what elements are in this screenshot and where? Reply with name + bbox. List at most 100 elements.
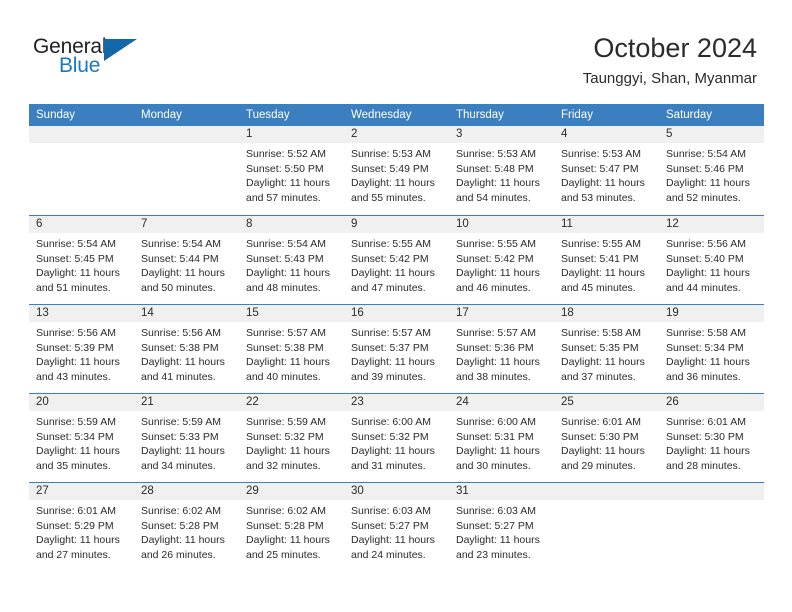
daylight-duration-line1: Daylight: 11 hours: [561, 445, 645, 458]
sunset-time: Sunset: 5:41 PM: [561, 252, 639, 265]
calendar-day-cell[interactable]: 25 Sunrise: 6:01 AM Sunset: 5:30 PM Dayligh…: [554, 394, 659, 482]
sunset-time: Sunset: 5:28 PM: [141, 519, 219, 532]
calendar-day-cell[interactable]: 7 Sunrise: 5:54 AM Sunset: 5:44 PM Daylight…: [134, 216, 239, 304]
calendar-day-cell[interactable]: 31 Sunrise: 6:03 AM Sunset: 5:27 PM Dayligh…: [449, 483, 554, 571]
calendar-day-cell[interactable]: 29 Sunrise: 6:02 AM Sunset: 5:28 PM Dayligh…: [239, 483, 344, 571]
daylight-duration-line1: Daylight: 11 hours: [141, 267, 225, 280]
day-number: 4: [554, 126, 659, 143]
calendar-day-cell[interactable]: 22 Sunrise: 5:59 AM Sunset: 5:32 PM Dayligh…: [239, 394, 344, 482]
calendar-day-cell[interactable]: 17 Sunrise: 5:57 AM Sunset: 5:36 PM Dayligh…: [449, 305, 554, 393]
daylight-duration-line2: and 39 minutes.: [351, 370, 426, 383]
daylight-duration-line2: and 32 minutes.: [246, 459, 321, 472]
daylight-duration-line1: Daylight: 11 hours: [246, 534, 330, 547]
calendar-day-cell[interactable]: 1 Sunrise: 5:52 AM Sunset: 5:50 PM Daylight…: [239, 126, 344, 215]
calendar-week-row: 27 Sunrise: 6:01 AM Sunset: 5:29 PM Dayligh…: [29, 482, 764, 571]
calendar-day-cell[interactable]: 3 Sunrise: 5:53 AM Sunset: 5:48 PM Daylight…: [449, 126, 554, 215]
calendar-day-cell[interactable]: 13 Sunrise: 5:56 AM Sunset: 5:39 PM Dayligh…: [29, 305, 134, 393]
day-details: Sunrise: 5:57 AM Sunset: 5:37 PM Daylight:…: [344, 322, 449, 384]
weekday-header-row: Sunday Monday Tuesday Wednesday Thursday…: [29, 104, 764, 126]
calendar-day-cell-empty: [659, 483, 764, 571]
day-number: 10: [449, 216, 554, 233]
calendar-day-cell[interactable]: 19 Sunrise: 5:58 AM Sunset: 5:34 PM Dayligh…: [659, 305, 764, 393]
calendar-day-cell-empty: [554, 483, 659, 571]
calendar-week-row: 13 Sunrise: 5:56 AM Sunset: 5:39 PM Dayligh…: [29, 304, 764, 393]
day-number: 28: [134, 483, 239, 500]
day-number: 1: [239, 126, 344, 143]
day-number: 17: [449, 305, 554, 322]
calendar-day-cell[interactable]: 26 Sunrise: 6:01 AM Sunset: 5:30 PM Dayligh…: [659, 394, 764, 482]
daylight-duration-line1: Daylight: 11 hours: [456, 177, 540, 190]
daylight-duration-line1: Daylight: 11 hours: [561, 356, 645, 369]
daylight-duration-line1: Daylight: 11 hours: [351, 356, 435, 369]
calendar-week-row: 20 Sunrise: 5:59 AM Sunset: 5:34 PM Dayligh…: [29, 393, 764, 482]
calendar-day-cell[interactable]: 9 Sunrise: 5:55 AM Sunset: 5:42 PM Daylight…: [344, 216, 449, 304]
sunrise-time: Sunrise: 6:00 AM: [351, 416, 431, 428]
sunrise-time: Sunrise: 5:55 AM: [456, 238, 536, 250]
calendar-day-cell[interactable]: 18 Sunrise: 5:58 AM Sunset: 5:35 PM Dayligh…: [554, 305, 659, 393]
calendar-day-cell[interactable]: 21 Sunrise: 5:59 AM Sunset: 5:33 PM Dayligh…: [134, 394, 239, 482]
daylight-duration-line1: Daylight: 11 hours: [351, 534, 435, 547]
daylight-duration-line1: Daylight: 11 hours: [141, 445, 225, 458]
general-blue-logo[interactable]: General Blue: [33, 36, 243, 88]
sunset-time: Sunset: 5:48 PM: [456, 162, 534, 175]
calendar-day-cell[interactable]: 28 Sunrise: 6:02 AM Sunset: 5:28 PM Dayligh…: [134, 483, 239, 571]
day-number: 22: [239, 394, 344, 411]
daylight-duration-line2: and 36 minutes.: [666, 370, 741, 383]
day-details: Sunrise: 5:57 AM Sunset: 5:36 PM Daylight:…: [449, 322, 554, 384]
sunset-time: Sunset: 5:32 PM: [351, 430, 429, 443]
calendar-day-cell[interactable]: 10 Sunrise: 5:55 AM Sunset: 5:42 PM Dayligh…: [449, 216, 554, 304]
day-details: Sunrise: 5:52 AM Sunset: 5:50 PM Daylight:…: [239, 143, 344, 205]
calendar-day-cell[interactable]: 14 Sunrise: 5:56 AM Sunset: 5:38 PM Dayligh…: [134, 305, 239, 393]
daylight-duration-line1: Daylight: 11 hours: [36, 267, 120, 280]
calendar-week-row: 1 Sunrise: 5:52 AM Sunset: 5:50 PM Daylight…: [29, 126, 764, 215]
sunrise-time: Sunrise: 5:54 AM: [246, 238, 326, 250]
calendar-day-cell[interactable]: 24 Sunrise: 6:00 AM Sunset: 5:31 PM Dayligh…: [449, 394, 554, 482]
day-details: Sunrise: 6:02 AM Sunset: 5:28 PM Daylight:…: [239, 500, 344, 562]
calendar-day-cell[interactable]: 2 Sunrise: 5:53 AM Sunset: 5:49 PM Daylight…: [344, 126, 449, 215]
day-number: 15: [239, 305, 344, 322]
page-subtitle-location: Taunggyi, Shan, Myanmar: [582, 70, 757, 87]
sunrise-time: Sunrise: 5:54 AM: [666, 148, 746, 160]
calendar-day-cell[interactable]: 16 Sunrise: 5:57 AM Sunset: 5:37 PM Dayligh…: [344, 305, 449, 393]
sunset-time: Sunset: 5:27 PM: [456, 519, 534, 532]
sunset-time: Sunset: 5:31 PM: [456, 430, 534, 443]
daylight-duration-line2: and 48 minutes.: [246, 281, 321, 294]
sunset-time: Sunset: 5:34 PM: [36, 430, 114, 443]
day-details: [554, 500, 659, 504]
daylight-duration-line2: and 29 minutes.: [561, 459, 636, 472]
daylight-duration-line1: Daylight: 11 hours: [351, 177, 435, 190]
calendar-day-cell[interactable]: 4 Sunrise: 5:53 AM Sunset: 5:47 PM Daylight…: [554, 126, 659, 215]
daylight-duration-line1: Daylight: 11 hours: [246, 177, 330, 190]
calendar-day-cell[interactable]: 20 Sunrise: 5:59 AM Sunset: 5:34 PM Dayligh…: [29, 394, 134, 482]
daylight-duration-line1: Daylight: 11 hours: [351, 267, 435, 280]
sunrise-time: Sunrise: 5:56 AM: [36, 327, 116, 339]
calendar-day-cell[interactable]: 30 Sunrise: 6:03 AM Sunset: 5:27 PM Dayligh…: [344, 483, 449, 571]
daylight-duration-line2: and 40 minutes.: [246, 370, 321, 383]
calendar-day-cell[interactable]: 27 Sunrise: 6:01 AM Sunset: 5:29 PM Dayligh…: [29, 483, 134, 571]
sunset-time: Sunset: 5:38 PM: [141, 341, 219, 354]
calendar-day-cell[interactable]: 11 Sunrise: 5:55 AM Sunset: 5:41 PM Dayligh…: [554, 216, 659, 304]
day-details: Sunrise: 6:01 AM Sunset: 5:30 PM Daylight:…: [554, 411, 659, 473]
day-details: Sunrise: 6:01 AM Sunset: 5:30 PM Daylight:…: [659, 411, 764, 473]
day-details: [134, 143, 239, 147]
calendar-day-cell[interactable]: 5 Sunrise: 5:54 AM Sunset: 5:46 PM Daylight…: [659, 126, 764, 215]
calendar-day-cell[interactable]: 6 Sunrise: 5:54 AM Sunset: 5:45 PM Daylight…: [29, 216, 134, 304]
calendar-day-cell[interactable]: 23 Sunrise: 6:00 AM Sunset: 5:32 PM Dayligh…: [344, 394, 449, 482]
sunrise-time: Sunrise: 5:55 AM: [351, 238, 431, 250]
day-details: Sunrise: 6:03 AM Sunset: 5:27 PM Daylight:…: [344, 500, 449, 562]
day-details: Sunrise: 5:53 AM Sunset: 5:47 PM Daylight:…: [554, 143, 659, 205]
day-number: 11: [554, 216, 659, 233]
sunset-time: Sunset: 5:38 PM: [246, 341, 324, 354]
calendar-day-cell[interactable]: 15 Sunrise: 5:57 AM Sunset: 5:38 PM Dayligh…: [239, 305, 344, 393]
calendar-day-cell[interactable]: 8 Sunrise: 5:54 AM Sunset: 5:43 PM Daylight…: [239, 216, 344, 304]
day-number: 6: [29, 216, 134, 233]
calendar-day-cell[interactable]: 12 Sunrise: 5:56 AM Sunset: 5:40 PM Dayligh…: [659, 216, 764, 304]
daylight-duration-line2: and 57 minutes.: [246, 191, 321, 204]
daylight-duration-line2: and 55 minutes.: [351, 191, 426, 204]
sunset-time: Sunset: 5:39 PM: [36, 341, 114, 354]
day-number: [554, 483, 659, 500]
sunrise-time: Sunrise: 6:01 AM: [561, 416, 641, 428]
day-number: 9: [344, 216, 449, 233]
sunset-time: Sunset: 5:34 PM: [666, 341, 744, 354]
day-number: 24: [449, 394, 554, 411]
